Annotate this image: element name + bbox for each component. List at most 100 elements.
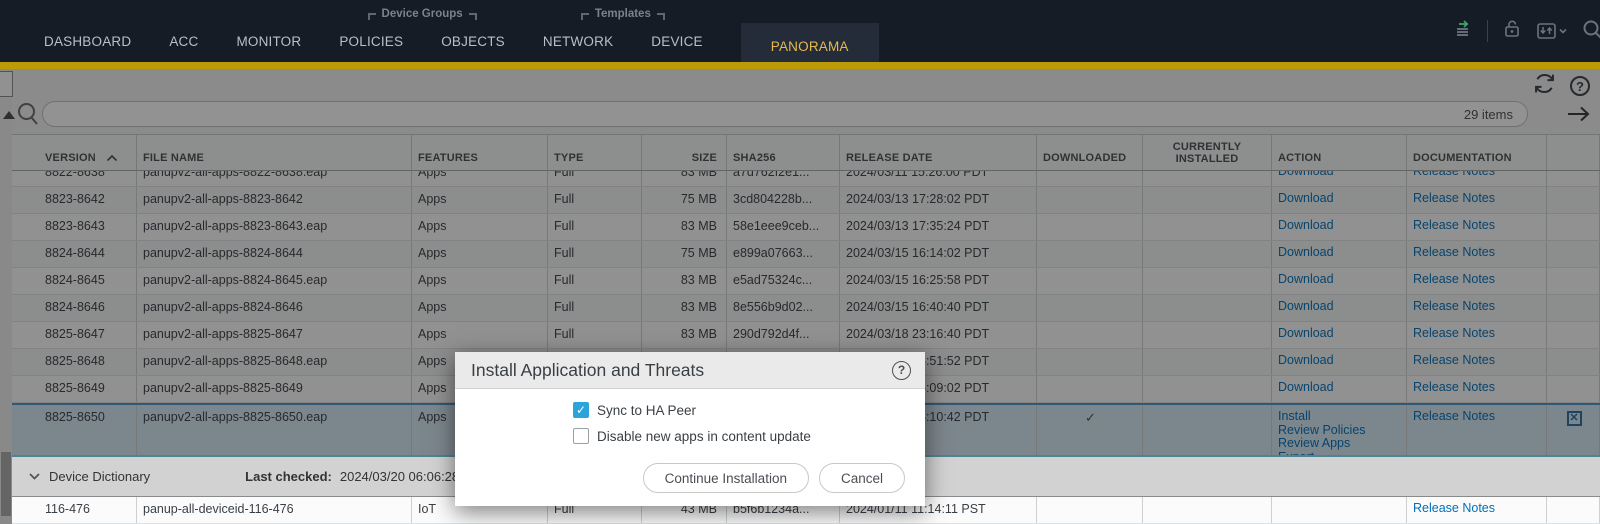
lock-icon[interactable] [1502, 18, 1522, 44]
action-link-download[interactable]: Download [1278, 327, 1402, 341]
gold-accent-bar [0, 62, 1600, 69]
checkbox-checked-icon[interactable]: ✓ [573, 402, 589, 418]
cell-downloaded [1037, 268, 1143, 294]
col-header-label: RELEASE DATE [846, 152, 933, 164]
col-header-close[interactable] [1547, 135, 1600, 170]
refresh-icon[interactable] [1533, 72, 1556, 100]
col-header-label: VERSION [45, 152, 96, 164]
release-notes-link[interactable]: Release Notes [1413, 354, 1542, 368]
table-row[interactable]: 8823-8643panupv2-all-apps-8823-8643.eapA… [12, 214, 1600, 241]
col-header-release-date[interactable]: RELEASE DATE [840, 135, 1037, 170]
nav-tab-monitor[interactable]: MONITOR [236, 34, 301, 49]
cancel-button[interactable]: Cancel [819, 463, 905, 493]
dialog-title: Install Application and Threats [471, 360, 892, 381]
release-notes-link[interactable]: Release Notes [1413, 246, 1542, 260]
checkbox-disable-new-apps-in-content-update[interactable]: Disable new apps in content update [573, 428, 925, 444]
cell-sha256: 58e1eee9ceb... [727, 214, 840, 240]
nav-group-label-row: Device Groups [339, 0, 505, 20]
global-find-icon[interactable] [1582, 19, 1600, 44]
cell-downloaded [1037, 187, 1143, 213]
release-notes-link[interactable]: Release Notes [1413, 327, 1542, 341]
nav-tab-policies[interactable]: POLICIES [339, 34, 403, 49]
nav-tab-objects[interactable]: OBJECTS [441, 34, 505, 49]
action-link-install[interactable]: Install [1278, 410, 1402, 424]
action-link-download[interactable]: Download [1278, 246, 1402, 260]
col-header-action[interactable]: ACTION [1272, 135, 1407, 170]
col-header-label: SIZE [692, 152, 717, 164]
cell-file-name: panupv2-all-apps-8825-8649 [137, 376, 412, 402]
cell-features: Apps [412, 268, 548, 294]
dialog-help-icon[interactable]: ? [892, 361, 911, 380]
filter-input[interactable] [43, 107, 1464, 121]
nav-tab-device[interactable]: DEVICE [651, 34, 702, 49]
continue-installation-button[interactable]: Continue Installation [643, 463, 809, 493]
cell-type: Full [548, 214, 642, 240]
col-header-currently-installed[interactable]: CURRENTLY INSTALLED [1143, 135, 1272, 170]
col-header-sha256[interactable]: SHA256 [727, 135, 840, 170]
cell-release-date: 2024/03/15 16:40:40 PDT [840, 295, 1037, 321]
release-notes-link[interactable]: Release Notes [1413, 502, 1542, 516]
action-link-download[interactable]: Download [1278, 300, 1402, 314]
action-link-download[interactable]: Download [1278, 354, 1402, 368]
col-header-features[interactable]: FEATURES [412, 135, 548, 170]
col-header-size[interactable]: SIZE [642, 135, 727, 170]
col-header-documentation[interactable]: DOCUMENTATION [1407, 135, 1547, 170]
table-row[interactable]: 8824-8646panupv2-all-apps-8824-8646AppsF… [12, 295, 1600, 322]
action-link-review-apps[interactable]: Review Apps [1278, 437, 1402, 451]
nav-tab-panorama[interactable]: PANORAMA [741, 23, 879, 62]
table-row[interactable]: 8824-8645panupv2-all-apps-8824-8645.eapA… [12, 268, 1600, 295]
cell-file-name: panupv2-all-apps-8825-8647 [137, 322, 412, 348]
install-dialog-header: Install Application and Threats ? [455, 352, 925, 389]
release-notes-link[interactable]: Release Notes [1413, 171, 1542, 179]
nav-tab-dashboard[interactable]: DASHBOARD [44, 34, 131, 49]
release-notes-link[interactable]: Release Notes [1413, 192, 1542, 206]
nav-tab-network[interactable]: NETWORK [543, 34, 613, 49]
release-notes-link[interactable]: Release Notes [1413, 219, 1542, 233]
cell-action: Download [1272, 376, 1407, 402]
cell-documentation: Release Notes [1407, 295, 1547, 321]
cell-release-date: 2024/03/18 23:16:40 PDT [840, 322, 1037, 348]
cell-currently-installed [1143, 214, 1272, 240]
table-row[interactable]: 8823-8642panupv2-all-apps-8823-8642AppsF… [12, 187, 1600, 214]
action-link-download[interactable]: Download [1278, 171, 1402, 179]
filter-field[interactable]: 29 items [42, 101, 1528, 127]
table-row[interactable]: 8822-8638panupv2-all-apps-8822-8638.eapA… [12, 171, 1600, 187]
checkbox-unchecked-icon[interactable] [573, 428, 589, 444]
save-export-icon[interactable] [1536, 21, 1568, 41]
section-title: Device Dictionary [49, 469, 150, 484]
action-link-download[interactable]: Download [1278, 192, 1402, 206]
cell-version: 8822-8638 [12, 171, 137, 186]
cell-type: Full [548, 268, 642, 294]
help-icon[interactable]: ? [1570, 76, 1590, 96]
deselect-icon[interactable]: ✕ [1567, 411, 1582, 426]
table-row[interactable]: 8824-8644panupv2-all-apps-8824-8644AppsF… [12, 241, 1600, 268]
col-header-version[interactable]: VERSION [12, 135, 137, 170]
cell-documentation: Release Notes [1407, 405, 1547, 455]
action-link-download[interactable]: Download [1278, 381, 1402, 395]
col-header-file-name[interactable]: FILE NAME [137, 135, 412, 170]
cell-features: Apps [412, 214, 548, 240]
action-link-review-policies[interactable]: Review Policies [1278, 424, 1402, 438]
next-page-arrow-icon[interactable] [1566, 103, 1592, 130]
release-notes-link[interactable]: Release Notes [1413, 381, 1542, 395]
cell-file-name: panupv2-all-apps-8824-8644 [137, 241, 412, 267]
nav-tab-acc[interactable]: ACC [169, 34, 198, 49]
last-checked-label: Last checked: [245, 469, 332, 484]
action-link-download[interactable]: Download [1278, 219, 1402, 233]
release-notes-link[interactable]: Release Notes [1413, 300, 1542, 314]
left-scrollbar-thumb[interactable] [1, 452, 11, 516]
table-row[interactable]: 8825-8647panupv2-all-apps-8825-8647AppsF… [12, 322, 1600, 349]
action-link-download[interactable]: Download [1278, 273, 1402, 287]
cell-close [1547, 187, 1600, 213]
cell-size: 83 MB [642, 322, 727, 348]
cell-action: Download [1272, 187, 1407, 213]
checkbox-sync-to-ha-peer[interactable]: ✓Sync to HA Peer [573, 402, 925, 418]
col-header-type[interactable]: TYPE [548, 135, 642, 170]
cell-documentation: Release Notes [1407, 497, 1547, 523]
release-notes-link[interactable]: Release Notes [1413, 273, 1542, 287]
release-notes-link[interactable]: Release Notes [1413, 410, 1542, 424]
commit-icon[interactable] [1453, 19, 1473, 44]
collapsed-side-panel-stub[interactable] [0, 71, 13, 97]
col-header-downloaded[interactable]: DOWNLOADED [1037, 135, 1143, 170]
cell-downloaded [1037, 376, 1143, 402]
